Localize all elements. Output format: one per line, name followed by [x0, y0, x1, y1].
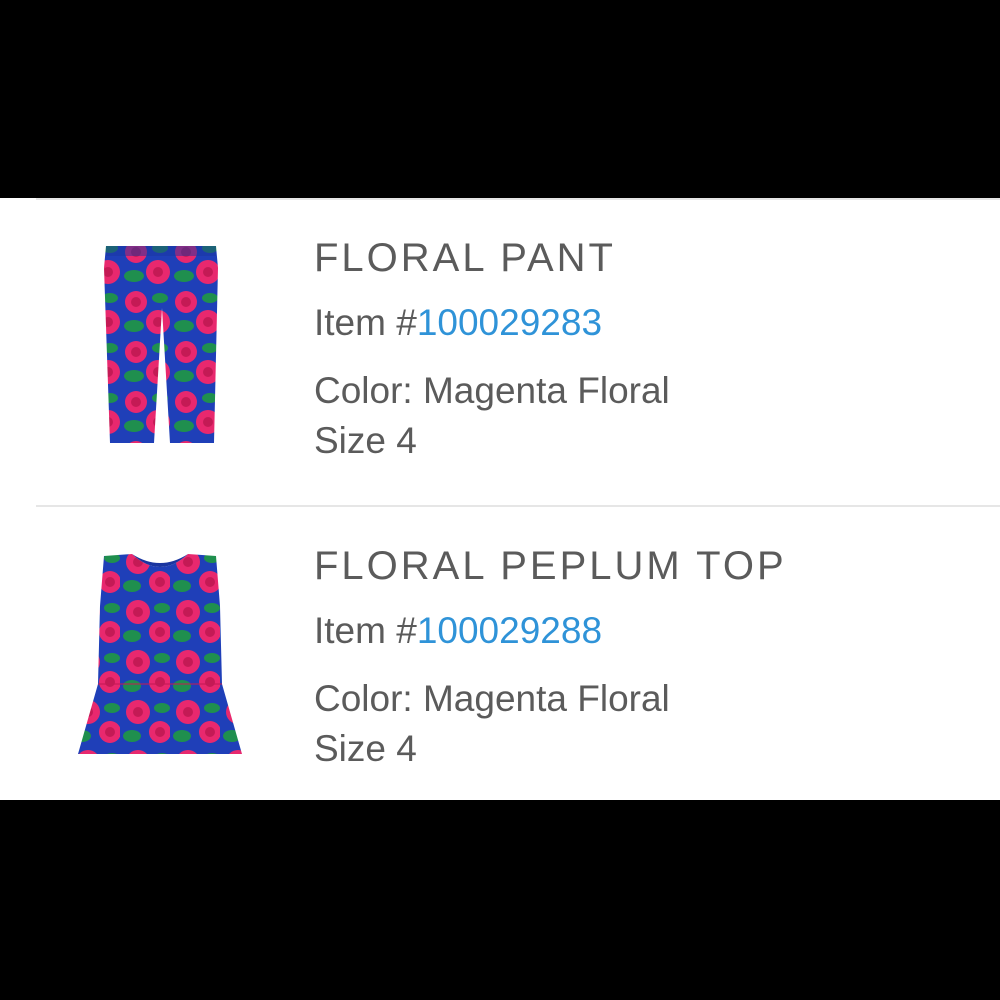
item-number-line: Item #100029283: [314, 302, 670, 344]
floral-peplum-top-image[interactable]: [70, 546, 250, 761]
floral-pant-image[interactable]: [70, 238, 250, 453]
order-items-panel: FLORAL PANT Item #100029283 Color: Magen…: [0, 198, 1000, 800]
product-row-floral-peplum-top[interactable]: FLORAL PEPLUM TOP Item #100029288 Color:…: [0, 536, 1000, 796]
product-row-floral-pant[interactable]: FLORAL PANT Item #100029283 Color: Magen…: [0, 228, 1000, 488]
product-color: Color: Magenta Floral: [314, 370, 670, 411]
product-title[interactable]: FLORAL PEPLUM TOP: [314, 544, 787, 590]
product-info: FLORAL PANT Item #100029283 Color: Magen…: [314, 236, 670, 462]
product-color: Color: Magenta Floral: [314, 678, 670, 719]
product-size: Size 4: [314, 728, 417, 769]
item-number-link[interactable]: 100029283: [417, 302, 602, 343]
item-number-prefix: Item #: [314, 302, 417, 343]
item-number-prefix: Item #: [314, 610, 417, 651]
item-number-link[interactable]: 100029288: [417, 610, 602, 651]
divider-top: [36, 198, 1000, 200]
divider-between-items: [36, 505, 1000, 507]
screen: FLORAL PANT Item #100029283 Color: Magen…: [0, 0, 1000, 1000]
product-size: Size 4: [314, 420, 417, 461]
product-info: FLORAL PEPLUM TOP Item #100029288 Color:…: [314, 544, 787, 770]
product-title[interactable]: FLORAL PANT: [314, 236, 670, 282]
item-number-line: Item #100029288: [314, 610, 787, 652]
